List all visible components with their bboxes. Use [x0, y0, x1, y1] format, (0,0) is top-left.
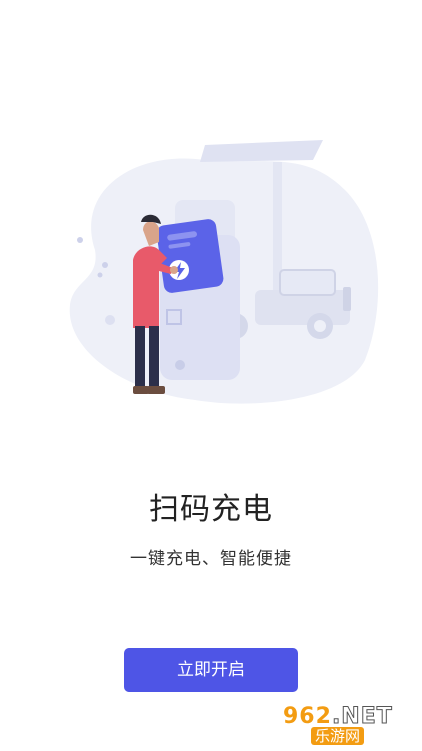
charge-card	[156, 219, 224, 293]
watermark-number: 962	[283, 704, 332, 729]
start-button[interactable]: 立即开启	[124, 648, 298, 692]
illustration-svg	[69, 140, 379, 404]
charging-illustration	[55, 130, 385, 415]
station-canopy	[200, 140, 323, 162]
decor-dot	[105, 315, 115, 325]
decor-dot	[175, 360, 185, 370]
decor-dot	[102, 262, 108, 268]
decor-dot	[77, 237, 83, 243]
decor-dot	[97, 272, 103, 278]
page-title: 扫码充电	[149, 492, 273, 527]
watermark-suffix: .NET	[331, 704, 393, 730]
page-subtitle: 一键充电、智能便捷	[130, 549, 292, 569]
site-watermark: 962.NET 乐游网	[283, 704, 417, 746]
watermark-site-name: 乐游网	[311, 727, 365, 745]
watermark-logo: 962.NET	[283, 704, 393, 730]
